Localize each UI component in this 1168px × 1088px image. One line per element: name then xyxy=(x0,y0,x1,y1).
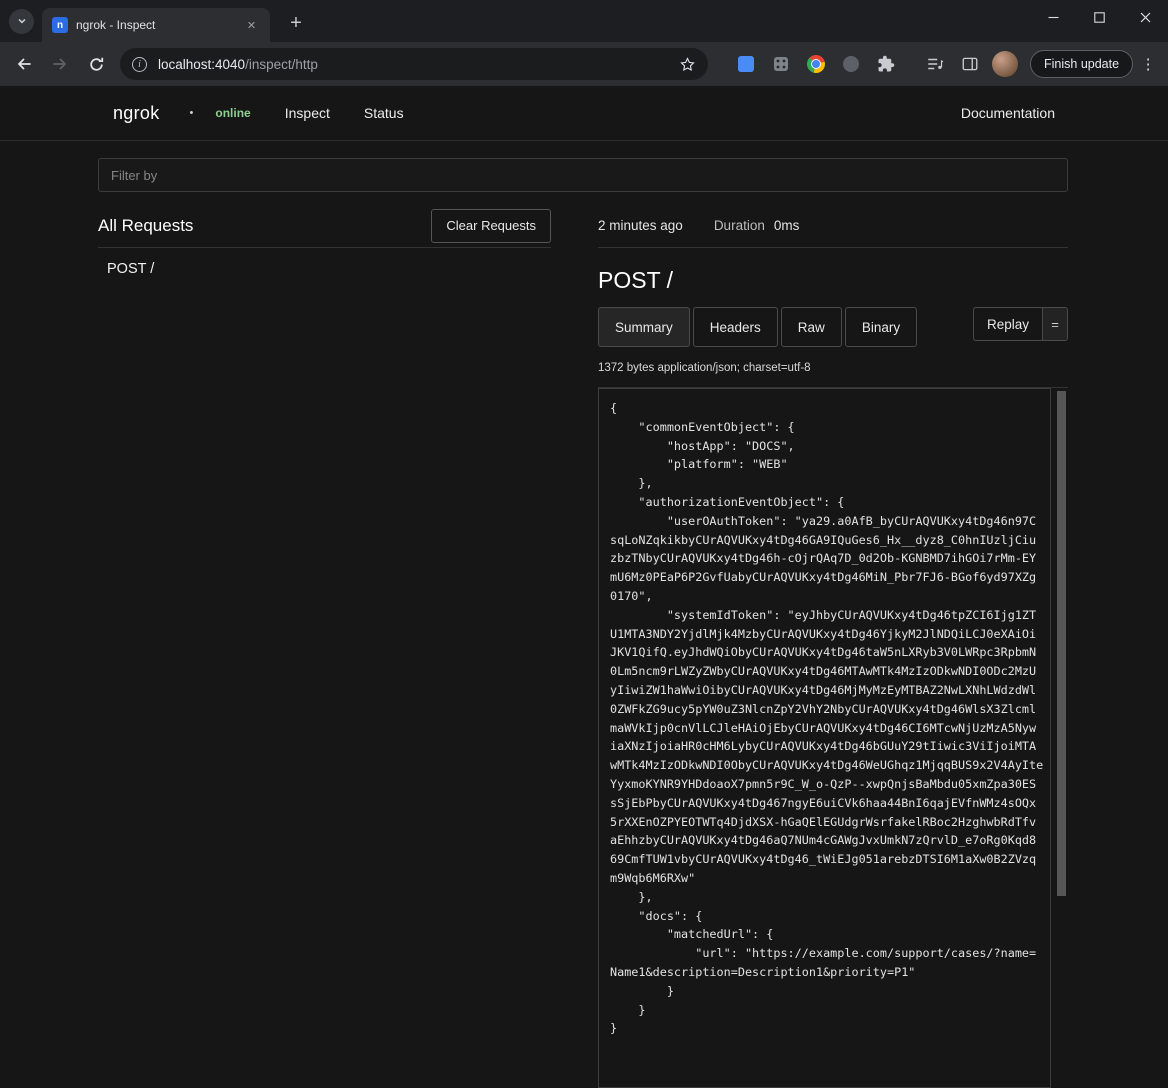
new-tab-button[interactable]: + xyxy=(282,9,310,37)
media-controls-button[interactable] xyxy=(919,49,950,80)
browser-tab-strip: n ngrok - Inspect ✕ + xyxy=(0,0,1168,42)
nav-item-documentation[interactable]: Documentation xyxy=(961,105,1055,121)
url-host: localhost:4040 xyxy=(158,57,245,72)
tab-binary[interactable]: Binary xyxy=(845,307,917,347)
gray-circle-icon xyxy=(843,56,859,72)
dice-icon xyxy=(773,56,789,72)
tab-search-button[interactable] xyxy=(9,9,34,34)
window-controls xyxy=(1030,0,1168,34)
tab-close-icon[interactable]: ✕ xyxy=(243,17,260,34)
puzzle-piece-icon xyxy=(877,55,895,73)
detail-tabs: Summary Headers Raw Binary Replay = xyxy=(598,307,1068,347)
bookmark-star-icon[interactable] xyxy=(679,56,696,73)
content-container: All Requests Clear Requests POST / 2 min… xyxy=(98,158,1068,1088)
window-minimize-button[interactable] xyxy=(1030,0,1076,34)
nav-item-inspect[interactable]: Inspect xyxy=(285,105,330,121)
content-type-meta: 1372 bytes application/json; charset=utf… xyxy=(598,362,1068,388)
clear-requests-button[interactable]: Clear Requests xyxy=(431,209,551,243)
browser-tab[interactable]: n ngrok - Inspect ✕ xyxy=(42,8,270,42)
detail-meta-row: 2 minutes ago Duration 0ms xyxy=(598,204,1068,248)
chrome-logo-icon xyxy=(807,55,825,73)
status-badge: online xyxy=(215,106,250,120)
back-button[interactable] xyxy=(8,48,40,80)
request-list-item[interactable]: POST / xyxy=(98,248,551,277)
window-close-button[interactable] xyxy=(1122,0,1168,34)
finish-update-button[interactable]: Finish update xyxy=(1030,50,1133,78)
duration-label: Duration xyxy=(714,218,765,233)
side-panel-button[interactable] xyxy=(954,49,985,80)
ngrok-header: ngrok • online Inspect Status Documentat… xyxy=(0,86,1168,141)
minimize-icon xyxy=(1048,12,1059,23)
separator-dot: • xyxy=(190,107,194,119)
blue-square-icon xyxy=(738,56,754,72)
reload-button[interactable] xyxy=(80,48,112,80)
replay-button[interactable]: Replay xyxy=(973,307,1043,341)
forward-arrow-icon xyxy=(51,55,69,73)
address-bar[interactable]: i localhost:4040/inspect/http xyxy=(120,48,708,80)
media-list-icon xyxy=(926,55,944,73)
replay-options-button[interactable]: = xyxy=(1042,307,1068,341)
browser-toolbar: i localhost:4040/inspect/http Finish upd… xyxy=(0,42,1168,86)
url-text[interactable]: localhost:4040/inspect/http xyxy=(158,57,318,72)
requests-panel-header: All Requests Clear Requests xyxy=(98,204,551,248)
forward-button[interactable] xyxy=(44,48,76,80)
request-detail-panel: 2 minutes ago Duration 0ms POST / Summar… xyxy=(598,204,1068,1088)
time-ago-label: 2 minutes ago xyxy=(598,218,683,233)
filter-input[interactable] xyxy=(98,158,1068,192)
ngrok-logo[interactable]: ngrok xyxy=(113,103,160,124)
extension-chrome-icon[interactable] xyxy=(800,49,831,80)
tab-raw[interactable]: Raw xyxy=(781,307,842,347)
request-title: POST / xyxy=(598,267,1068,294)
chevron-down-icon xyxy=(17,13,27,31)
requests-panel: All Requests Clear Requests POST / xyxy=(98,204,551,1088)
extension-blue-icon[interactable] xyxy=(730,49,761,80)
nav-item-status[interactable]: Status xyxy=(364,105,404,121)
tab-summary[interactable]: Summary xyxy=(598,307,690,347)
browser-menu-button[interactable]: ⋮ xyxy=(1139,48,1157,80)
requests-title: All Requests xyxy=(98,216,193,236)
tab-title: ngrok - Inspect xyxy=(76,18,243,32)
close-icon xyxy=(1140,12,1151,23)
request-body-json: { "commonEventObject": { "hostApp": "DOC… xyxy=(610,399,1039,1038)
extension-dice-icon[interactable] xyxy=(765,49,796,80)
duration-value: 0ms xyxy=(774,218,800,233)
profile-button[interactable] xyxy=(989,49,1020,80)
maximize-icon xyxy=(1094,12,1105,23)
window-maximize-button[interactable] xyxy=(1076,0,1122,34)
reload-icon xyxy=(88,56,105,73)
avatar xyxy=(992,51,1018,77)
column-gap xyxy=(551,204,598,1088)
url-path: /inspect/http xyxy=(245,57,318,72)
detail-scrollbar-thumb[interactable] xyxy=(1057,391,1066,896)
side-panel-icon xyxy=(961,55,979,73)
site-info-icon[interactable]: i xyxy=(132,57,147,72)
extension-circle-icon[interactable] xyxy=(835,49,866,80)
tab-headers[interactable]: Headers xyxy=(693,307,778,347)
ngrok-favicon: n xyxy=(52,17,68,33)
replay-split-button: Replay = xyxy=(973,307,1068,341)
back-arrow-icon xyxy=(15,55,33,73)
extensions-menu-button[interactable] xyxy=(870,49,901,80)
request-body-block: { "commonEventObject": { "hostApp": "DOC… xyxy=(598,388,1051,1088)
